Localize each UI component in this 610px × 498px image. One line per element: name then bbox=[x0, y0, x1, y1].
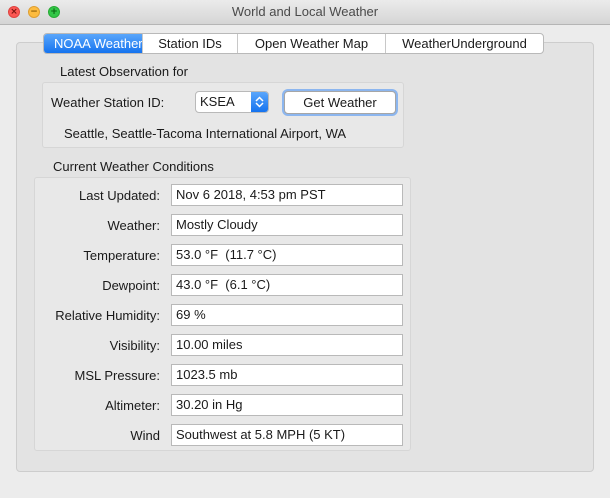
app-window: × − + World and Local Weather NOAA Weath… bbox=[0, 0, 610, 498]
chevron-updown-icon bbox=[251, 92, 268, 112]
tab-noaa-weather[interactable]: NOAA Weather bbox=[44, 34, 143, 53]
last-updated-label: Last Updated: bbox=[79, 188, 160, 203]
dewpoint-label: Dewpoint: bbox=[102, 278, 160, 293]
visibility-field[interactable]: 10.00 miles bbox=[171, 334, 403, 356]
relative-humidity-field[interactable]: 69 % bbox=[171, 304, 403, 326]
window-title: World and Local Weather bbox=[231, 4, 379, 19]
temperature-field[interactable]: 53.0 °F (11.7 °C) bbox=[171, 244, 403, 266]
wind-label: Wind bbox=[130, 428, 160, 443]
altimeter-label: Altimeter: bbox=[105, 398, 160, 413]
tab-weather-underground[interactable]: WeatherUnderground bbox=[385, 34, 543, 53]
temperature-label: Temperature: bbox=[83, 248, 160, 263]
msl-pressure-field[interactable]: 1023.5 mb bbox=[171, 364, 403, 386]
altimeter-field[interactable]: 30.20 in Hg bbox=[171, 394, 403, 416]
station-location-text: Seattle, Seattle-Tacoma International Ai… bbox=[64, 126, 347, 141]
weather-label: Weather: bbox=[107, 218, 160, 233]
station-id-label: Weather Station ID: bbox=[51, 95, 165, 110]
weather-field[interactable]: Mostly Cloudy bbox=[171, 214, 403, 236]
observation-group-label: Latest Observation for bbox=[60, 64, 188, 79]
wind-field[interactable]: Southwest at 5.8 MPH (5 KT) bbox=[171, 424, 403, 446]
tab-open-weather-map[interactable]: Open Weather Map bbox=[237, 34, 385, 53]
station-id-select[interactable]: KSEA bbox=[195, 91, 269, 113]
conditions-group-label: Current Weather Conditions bbox=[53, 159, 214, 174]
last-updated-field[interactable]: Nov 6 2018, 4:53 pm PST bbox=[171, 184, 403, 206]
get-weather-button[interactable]: Get Weather bbox=[284, 91, 396, 114]
msl-pressure-label: MSL Pressure: bbox=[74, 368, 161, 383]
tab-bar: NOAA Weather Station IDs Open Weather Ma… bbox=[43, 33, 544, 54]
tab-station-ids[interactable]: Station IDs bbox=[142, 34, 237, 53]
dewpoint-field[interactable]: 43.0 °F (6.1 °C) bbox=[171, 274, 403, 296]
visibility-label: Visibility: bbox=[109, 338, 160, 353]
title-bar: × − + World and Local Weather bbox=[0, 0, 610, 25]
station-id-value: KSEA bbox=[200, 94, 235, 109]
relative-humidity-label: Relative Humidity: bbox=[55, 308, 160, 323]
